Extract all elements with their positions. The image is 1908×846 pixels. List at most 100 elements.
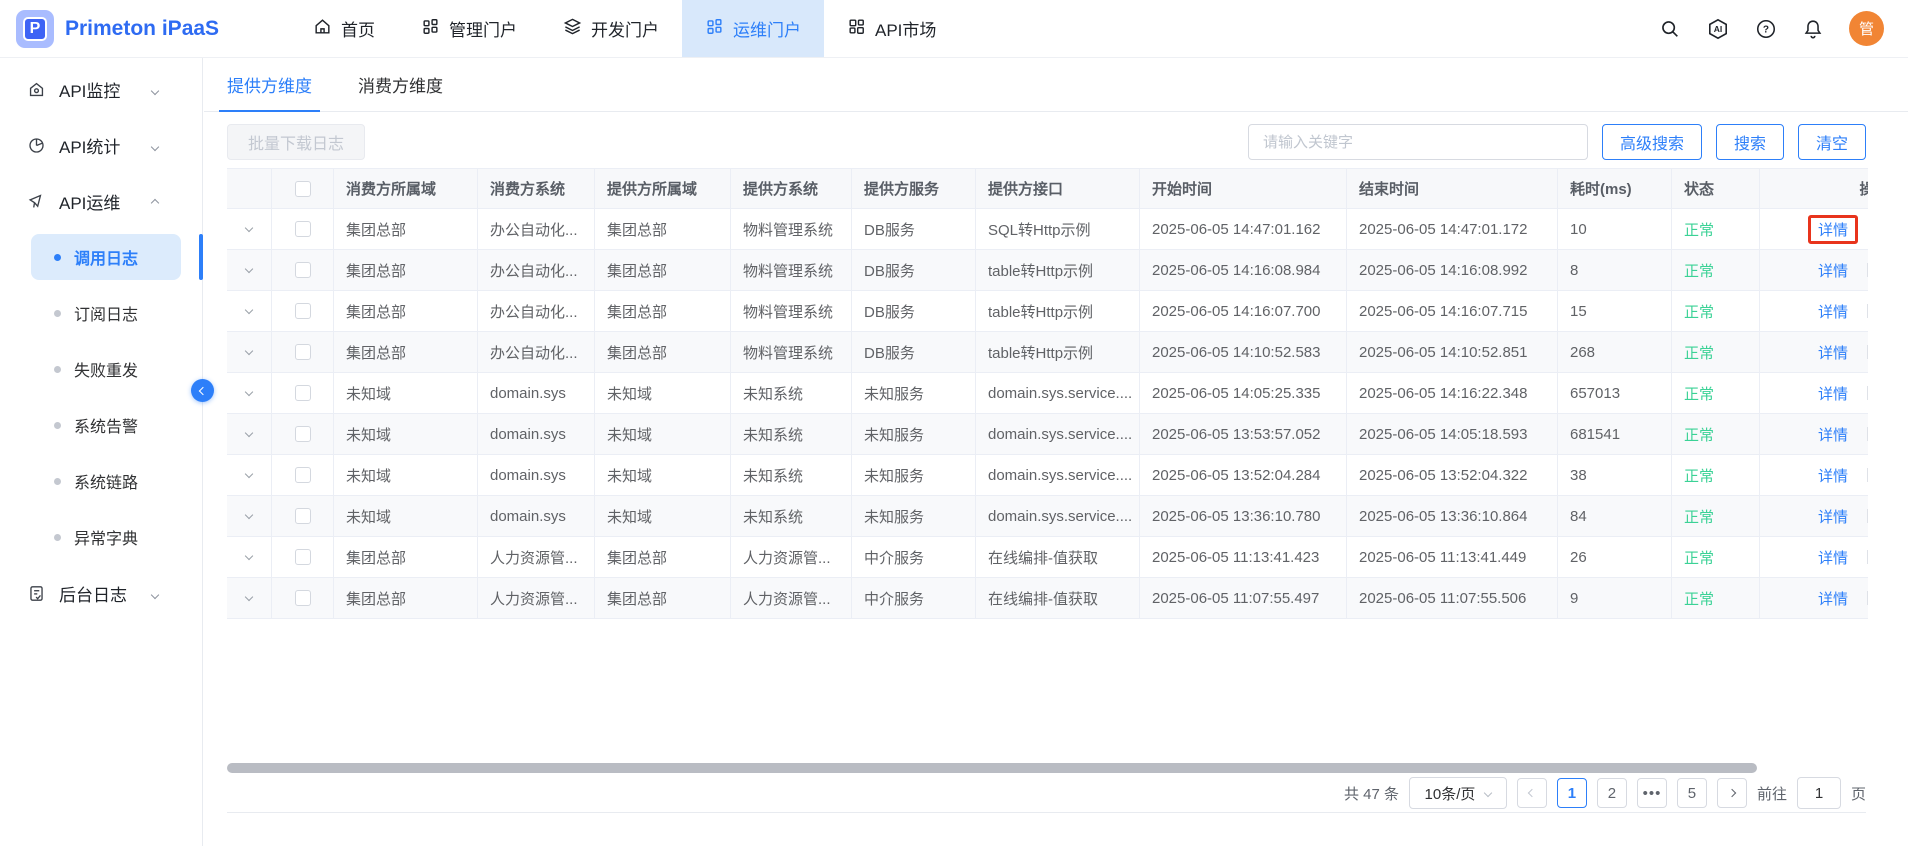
search-button[interactable]: 搜索 — [1716, 124, 1784, 160]
detail-link[interactable]: 详情 — [1818, 424, 1848, 445]
detail-link[interactable]: 详情 — [1818, 588, 1848, 609]
cell-start-time: 2025-06-05 13:36:10.780 — [1140, 496, 1347, 536]
row-expand-icon[interactable] — [245, 469, 253, 477]
nav-item-api-market[interactable]: API市场 — [824, 0, 959, 57]
notification-bell-icon[interactable] — [1802, 18, 1824, 40]
row-checkbox-cell — [272, 291, 334, 331]
detail-wrap: 详情 — [1810, 339, 1856, 366]
api-monitor-icon — [27, 80, 46, 99]
search-icon[interactable] — [1659, 18, 1681, 40]
horizontal-scrollbar-thumb[interactable] — [227, 763, 1757, 773]
detail-link[interactable]: 详情 — [1818, 465, 1848, 486]
cell-end-time: 2025-06-05 13:36:10.864 — [1347, 496, 1558, 536]
table-header-row: 消费方所属域消费方系统提供方所属域提供方系统提供方服务提供方接口开始时间结束时间… — [227, 169, 1868, 209]
toolbar-search-group: 高级搜索 搜索 清空 — [1248, 124, 1866, 160]
clear-button[interactable]: 清空 — [1798, 124, 1866, 160]
brand[interactable]: P Primeton iPaaS — [0, 0, 290, 57]
row-checkbox[interactable] — [295, 590, 311, 606]
pagination: 共 47 条 10条/页 12•••5 前往 页 — [1344, 775, 1866, 811]
keyword-search-input[interactable] — [1248, 124, 1588, 160]
cell-status: 正常 — [1672, 332, 1760, 372]
row-expand-cell — [227, 332, 272, 372]
cell-elapsed: 10 — [1558, 209, 1672, 249]
nav-item-home[interactable]: 首页 — [290, 0, 398, 57]
sidebar-item-system-trace[interactable]: 系统链路 — [0, 453, 202, 509]
sidebar-item-call-log[interactable]: 调用日志 — [31, 234, 181, 280]
row-expand-icon[interactable] — [245, 428, 253, 436]
cell-status: 正常 — [1672, 209, 1760, 249]
row-expand-icon[interactable] — [245, 387, 253, 395]
detail-wrap: 详情 — [1810, 585, 1856, 612]
user-avatar[interactable]: 管 — [1849, 11, 1884, 46]
detail-link[interactable]: 详情 — [1818, 219, 1848, 240]
sidebar-item-exception-dict[interactable]: 异常字典 — [0, 509, 202, 565]
detail-link[interactable]: 详情 — [1818, 342, 1848, 363]
sidebar-collapse-button[interactable] — [191, 379, 214, 402]
next-page-button[interactable] — [1717, 778, 1747, 808]
detail-link[interactable]: 详情 — [1818, 383, 1848, 404]
row-expand-icon[interactable] — [245, 346, 253, 354]
cell-start-time: 2025-06-05 11:13:41.423 — [1140, 537, 1347, 577]
page-button-1[interactable]: 1 — [1557, 778, 1587, 808]
cell-provider-api: SQL转Http示例 — [976, 209, 1140, 249]
sidebar-group-api-monitor[interactable]: API监控 — [0, 61, 202, 117]
column-header-0: 消费方所属域 — [334, 169, 478, 208]
sidebar-group-api-statistics[interactable]: API统计 — [0, 117, 202, 173]
nav-item-label: API市场 — [875, 16, 936, 41]
chevron-right-icon — [1728, 789, 1736, 797]
select-all-checkbox[interactable] — [295, 181, 311, 197]
row-checkbox[interactable] — [295, 426, 311, 442]
row-expand-icon[interactable] — [245, 551, 253, 559]
page-ellipsis[interactable]: ••• — [1637, 778, 1667, 808]
pagination-pages: 12 ••• 5 — [1557, 778, 1707, 808]
prev-page-button[interactable] — [1517, 778, 1547, 808]
goto-page-input[interactable] — [1797, 777, 1841, 809]
help-icon[interactable]: ? — [1755, 18, 1777, 40]
row-expand-icon[interactable] — [245, 264, 253, 272]
detail-wrap: 详情 — [1810, 503, 1856, 530]
detail-wrap: 详情 — [1810, 462, 1856, 489]
detail-link[interactable]: 详情 — [1818, 547, 1848, 568]
cell-provider-domain: 集团总部 — [595, 209, 731, 249]
row-expand-icon[interactable] — [245, 305, 253, 313]
sidebar-item-system-alert[interactable]: 系统告警 — [0, 397, 202, 453]
row-expand-icon[interactable] — [245, 223, 253, 231]
advanced-search-button[interactable]: 高级搜索 — [1602, 124, 1702, 160]
cell-provider-service: 中介服务 — [852, 578, 976, 618]
page-button-2[interactable]: 2 — [1597, 778, 1627, 808]
row-checkbox[interactable] — [295, 262, 311, 278]
detail-link[interactable]: 详情 — [1818, 301, 1848, 322]
row-checkbox[interactable] — [295, 344, 311, 360]
row-checkbox[interactable] — [295, 508, 311, 524]
row-checkbox[interactable] — [295, 385, 311, 401]
cell-provider-api: 在线编排-值获取 — [976, 578, 1140, 618]
batch-download-button[interactable]: 批量下载日志 — [227, 124, 365, 160]
chevron-down-icon — [152, 583, 158, 603]
row-checkbox[interactable] — [295, 467, 311, 483]
cell-provider-api: table转Http示例 — [976, 332, 1140, 372]
detail-link[interactable]: 详情 — [1818, 506, 1848, 527]
tab-consumer-dimension[interactable]: 消费方维度 — [358, 58, 443, 111]
page-button-5[interactable]: 5 — [1677, 778, 1707, 808]
cell-consumer-domain: 集团总部 — [334, 250, 478, 290]
sidebar-group-backend-log[interactable]: 后台日志 — [0, 565, 202, 621]
nav-item-dev-portal[interactable]: 开发门户 — [540, 0, 682, 57]
row-expand-icon[interactable] — [245, 510, 253, 518]
ai-assistant-icon[interactable]: AI — [1706, 17, 1730, 41]
row-checkbox[interactable] — [295, 221, 311, 237]
nav-item-ops-portal[interactable]: 运维门户 — [682, 0, 824, 57]
tab-provider-dimension[interactable]: 提供方维度 — [227, 58, 312, 111]
nav-item-admin-portal[interactable]: 管理门户 — [398, 0, 540, 57]
tab-label: 提供方维度 — [227, 72, 312, 97]
row-checkbox[interactable] — [295, 303, 311, 319]
home-icon — [313, 17, 332, 41]
sidebar-group-api-ops[interactable]: API运维 — [0, 173, 202, 229]
page-size-select[interactable]: 10条/页 — [1409, 777, 1507, 809]
detail-link[interactable]: 详情 — [1818, 260, 1848, 281]
row-expand-cell — [227, 455, 272, 495]
row-expand-icon[interactable] — [245, 592, 253, 600]
cell-actions: 详情下载日志 — [1760, 250, 1868, 290]
sidebar-item-failure-resend[interactable]: 失败重发 — [0, 341, 202, 397]
row-checkbox[interactable] — [295, 549, 311, 565]
sidebar-item-subscription-log[interactable]: 订阅日志 — [0, 285, 202, 341]
